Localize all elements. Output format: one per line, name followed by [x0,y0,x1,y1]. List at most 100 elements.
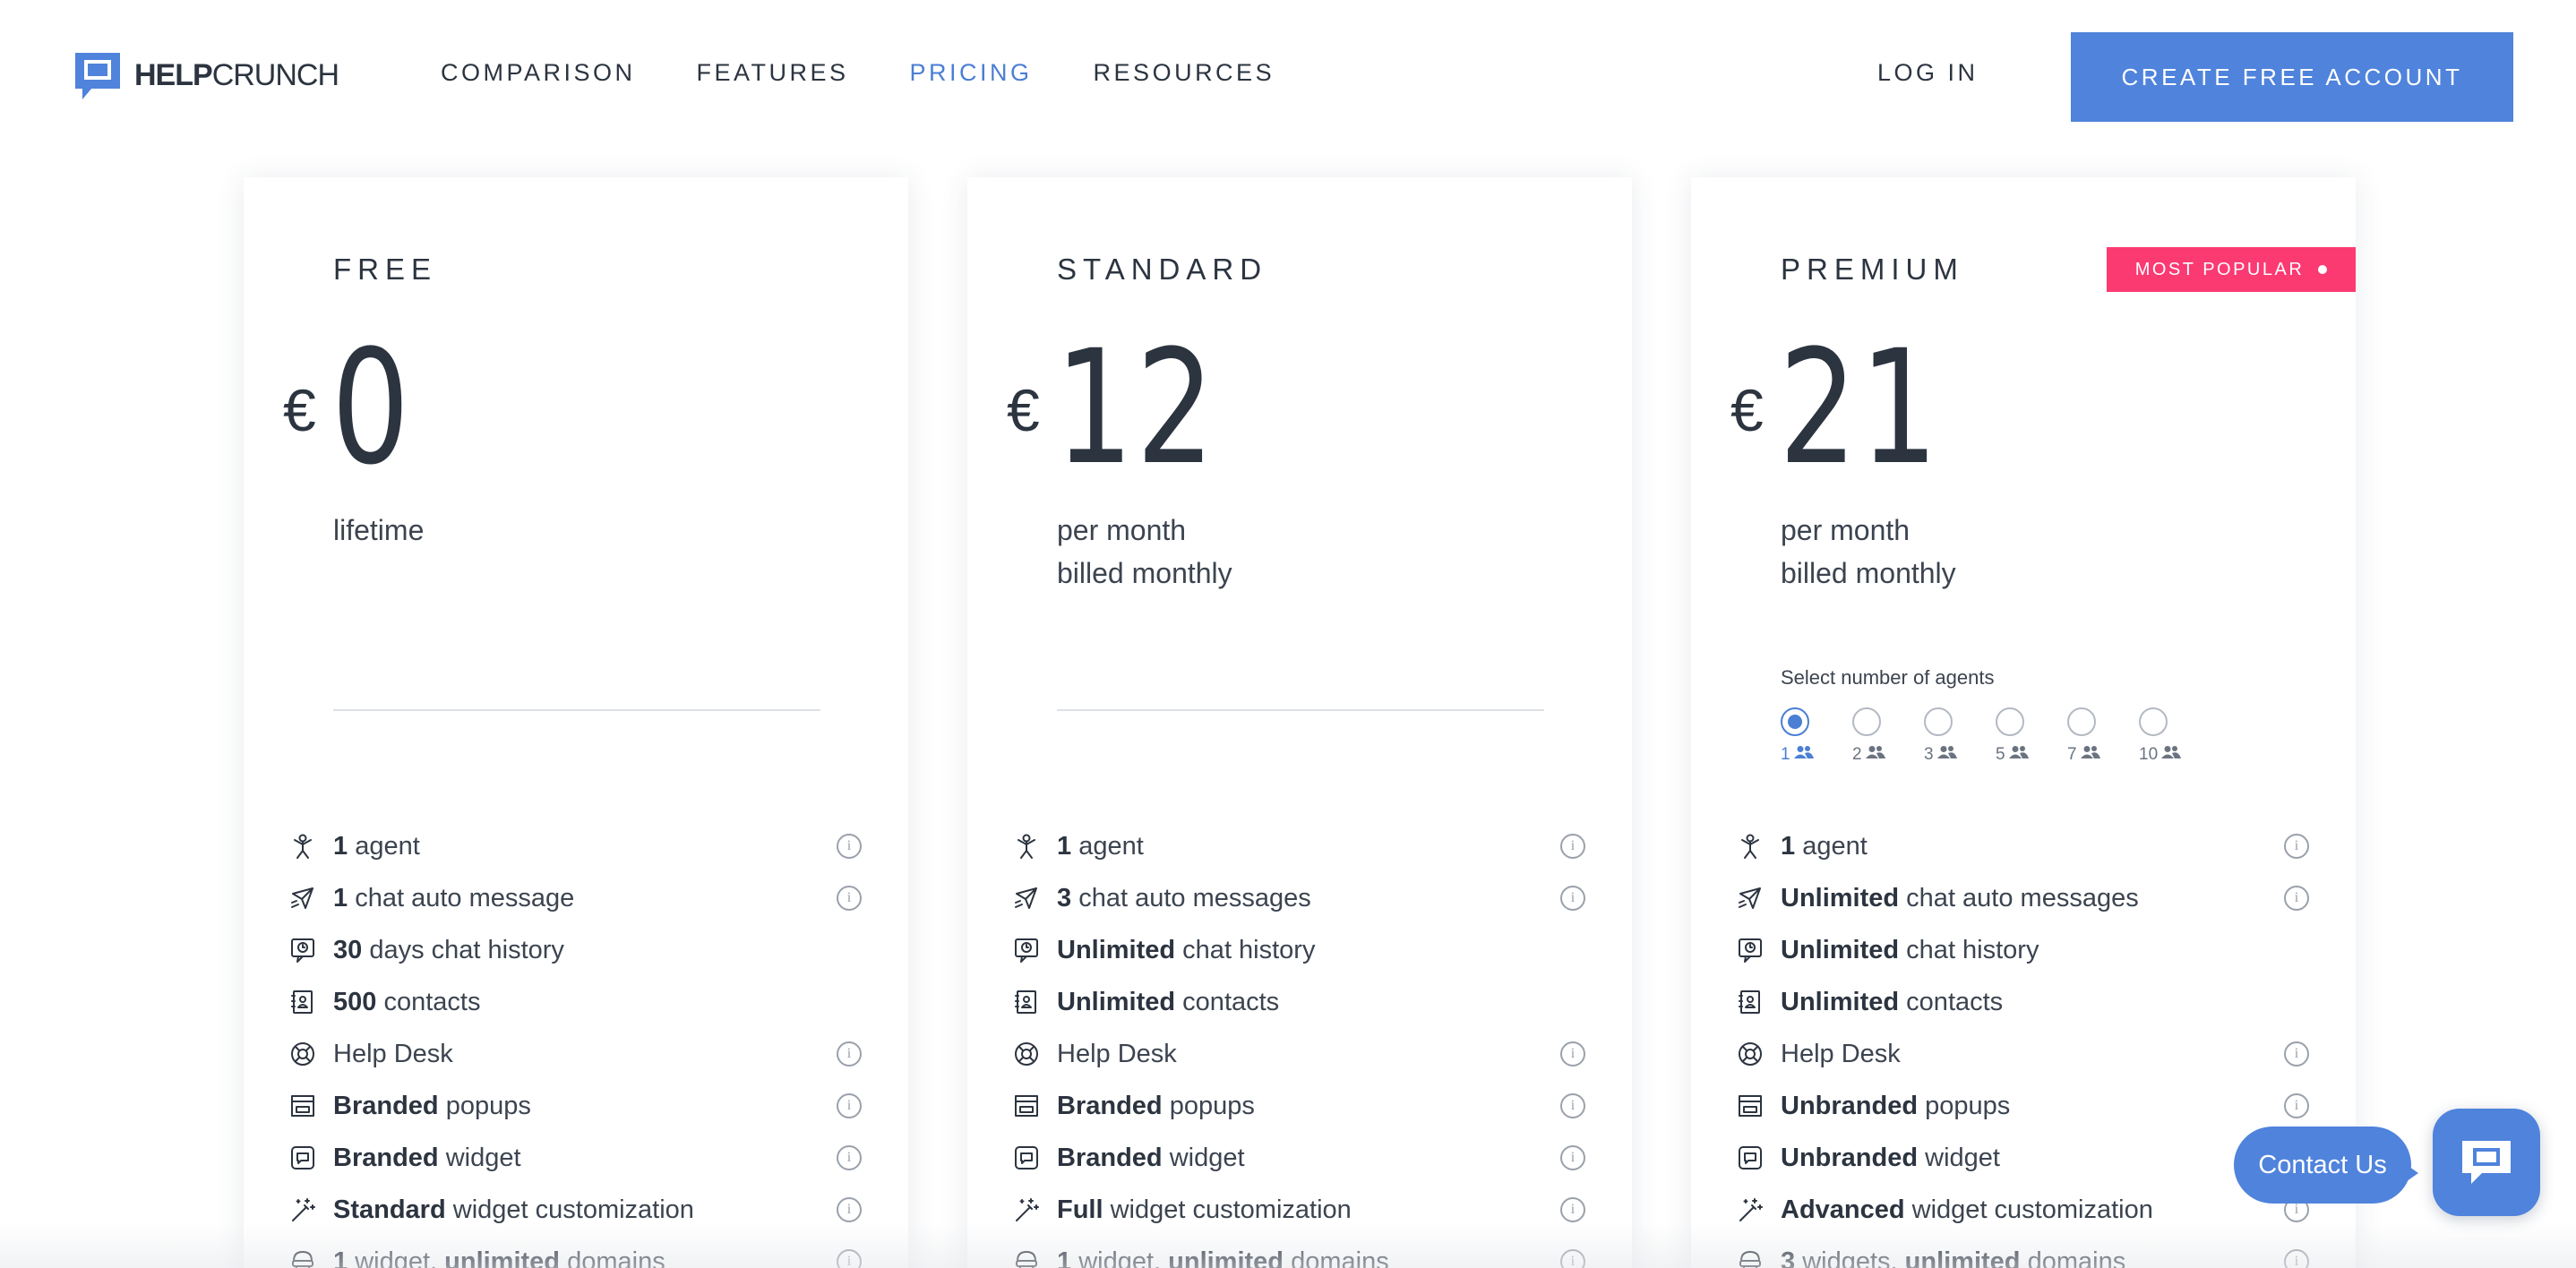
info-icon[interactable]: i [837,1197,862,1222]
feature-row: 1 widget, unlimited domains i [288,1236,871,1268]
feature-highlight: 3 [1781,1247,1796,1268]
feature-label: popups [1918,1091,2011,1120]
create-free-account-button[interactable]: CREATE FREE ACCOUNT [2071,32,2513,122]
info-icon[interactable]: i [1560,1197,1585,1222]
feature-label: chat history [1175,935,1316,964]
plan-period: lifetime [333,509,424,552]
info-icon[interactable]: i [1560,1093,1585,1118]
feature-label: popups [438,1091,531,1120]
info-icon[interactable]: i [2284,1041,2309,1067]
period-line: per month [1781,514,1911,546]
info-icon[interactable]: i [837,1041,862,1067]
feature-row: Full widget customization i [1012,1184,1594,1236]
feature-highlight: unlimited [1168,1247,1284,1268]
feature-text: 3 widgets, unlimited domains [1781,1247,2125,1268]
feature-row: Branded widget i [288,1132,871,1184]
feature-label: chat auto messages [1071,883,1311,912]
feature-highlight: 1 [333,883,348,912]
info-icon[interactable]: i [2284,1249,2309,1268]
logo-text-bold: HELP [134,57,213,92]
feature-row: Unlimited chat history [1736,924,2318,976]
magic-wand-icon [1012,1195,1041,1224]
feature-text: Unbranded widget [1781,1144,2000,1173]
feature-label: domains [1284,1247,1389,1268]
feature-label: chat auto messages [1899,883,2139,912]
info-icon[interactable]: i [2284,834,2309,859]
contact-us-bubble[interactable]: Contact Us [2234,1127,2411,1204]
popup-icon [1012,1092,1041,1120]
feature-text: 1 chat auto message [333,884,574,913]
info-icon[interactable]: i [837,1145,862,1170]
feature-label: chat auto message [348,883,575,912]
auto-message-icon [1012,884,1041,912]
info-icon[interactable]: i [1560,886,1585,911]
info-icon[interactable]: i [837,886,862,911]
people-icon [2008,745,2029,765]
radio-button[interactable] [2067,707,2096,736]
period-line: lifetime [333,514,425,546]
login-link[interactable]: LOG IN [1877,59,1979,87]
feature-text: 500 contacts [333,988,480,1017]
feature-text: Unlimited chat history [1057,936,1315,965]
magic-wand-icon [1736,1195,1765,1224]
widget-icon [288,1144,317,1172]
agent-option-2[interactable]: 2 [1852,707,1924,765]
helpcrunch-logo[interactable]: HELPCRUNCH [72,47,339,104]
feature-row: Unlimited contacts [1012,976,1594,1028]
nav-comparison[interactable]: COMPARISON [441,59,636,87]
info-icon[interactable]: i [837,1249,862,1268]
feature-row: 1 agent i [288,820,871,872]
feature-label: widget customization [1904,1195,2153,1224]
widget-icon [1736,1144,1765,1172]
info-icon[interactable]: i [837,1093,862,1118]
feature-text: Standard widget customization [333,1195,694,1225]
radio-button[interactable] [1852,707,1881,736]
contact-bubble-tail [2400,1161,2418,1186]
info-icon[interactable]: i [2284,1093,2309,1118]
help-desk-icon [1012,1040,1041,1068]
plan-period: per month billed monthly [1781,509,1956,595]
people-icon [1865,745,1885,765]
info-icon[interactable]: i [1560,1145,1585,1170]
info-icon[interactable]: i [1560,1041,1585,1067]
chat-launcher-button[interactable] [2433,1109,2540,1216]
feature-text: Help Desk [1781,1040,1901,1069]
logo-chat-icon [72,49,124,101]
info-icon[interactable]: i [2284,886,2309,911]
nav-pricing[interactable]: PRICING [910,59,1033,87]
popup-icon [288,1092,317,1120]
badge-dot-icon [2318,265,2328,274]
popup-icon [1736,1092,1765,1120]
feature-label: widget [1162,1143,1245,1172]
agent-selector: Select number of agents 1 2 3 5 7 10 [1781,666,2282,765]
info-icon[interactable]: i [837,834,862,859]
feature-list: 1 agent i Unlimited chat auto messages i Unl… [1736,820,2318,1268]
agent-option-7[interactable]: 7 [2067,707,2139,765]
feature-label: widgets, [1795,1247,1905,1268]
info-icon[interactable]: i [1560,1249,1585,1268]
agent-option-10[interactable]: 10 [2139,707,2211,765]
agent-option-5[interactable]: 5 [1996,707,2067,765]
logo-text-rest: CRUNCH [211,57,339,92]
radio-button[interactable] [1781,707,1809,736]
agent-count: 1 [1781,745,1790,764]
feature-label: domains [2020,1247,2126,1268]
agent-option-1[interactable]: 1 [1781,707,1852,765]
chat-history-icon [1736,936,1765,964]
radio-button[interactable] [1996,707,2024,736]
people-icon [2080,745,2100,765]
feature-highlight: Unlimited [1057,987,1176,1016]
plan-price: 21 [1779,316,1941,500]
feature-row: Unlimited chat history [1012,924,1594,976]
nav-features[interactable]: FEATURES [697,59,849,87]
info-icon[interactable]: i [1560,834,1585,859]
radio-button[interactable] [1924,707,1953,736]
nav-resources[interactable]: RESOURCES [1094,59,1275,87]
main-nav: COMPARISON FEATURES PRICING RESOURCES [441,59,1275,87]
agent-option-3[interactable]: 3 [1924,707,1996,765]
feature-text: Branded popups [333,1092,531,1121]
agent-count: 10 [2139,745,2159,764]
auto-message-icon [288,884,317,912]
radio-button[interactable] [2139,707,2168,736]
feature-label: Help Desk [1057,1039,1177,1068]
